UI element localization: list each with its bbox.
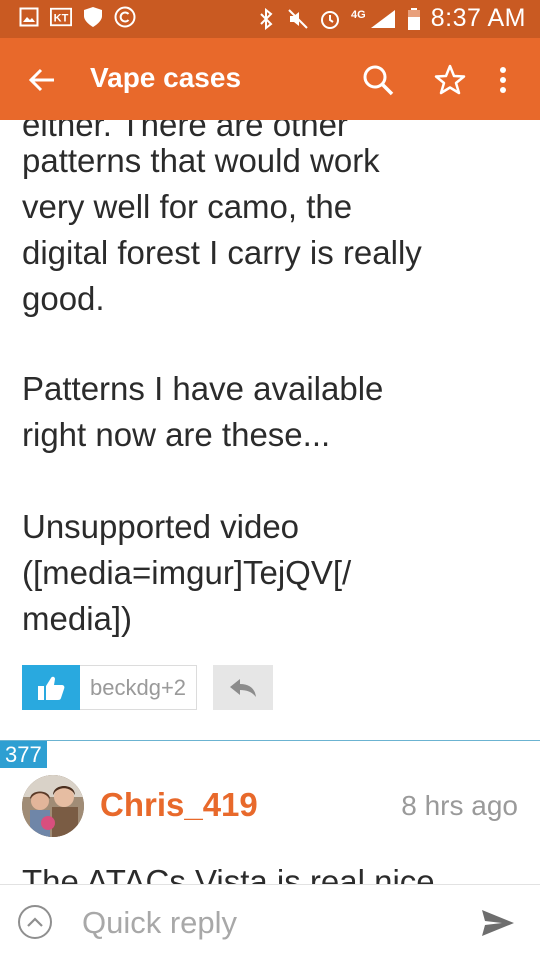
page-title: Vape cases xyxy=(90,62,242,93)
post-body: either. There are other patterns that wo… xyxy=(0,120,540,715)
send-icon xyxy=(482,910,514,936)
app-bar: Vape cases xyxy=(0,38,540,120)
gallery-icon xyxy=(18,6,40,28)
like-button[interactable] xyxy=(22,665,80,710)
status-bar: KT 4G 8:37 AM xyxy=(0,0,540,38)
search-button[interactable] xyxy=(358,60,398,100)
quick-reply-bar xyxy=(0,884,540,961)
shield-icon xyxy=(82,6,104,28)
more-vert-icon xyxy=(500,67,506,93)
post-line: Unsupported video xyxy=(22,508,300,545)
post-line: digital forest I carry is really xyxy=(22,234,422,271)
avatar[interactable] xyxy=(22,775,84,837)
star-icon xyxy=(434,64,466,95)
bluetooth-icon xyxy=(255,7,277,30)
kt-icon: KT xyxy=(50,6,72,28)
likers-list[interactable]: beckdg+2 xyxy=(80,665,198,710)
battery-icon xyxy=(407,7,421,30)
post-number-badge: 377 xyxy=(0,741,47,768)
post-line: Patterns I have available xyxy=(22,370,384,407)
expand-reply-button[interactable] xyxy=(18,905,52,939)
post-line: good. xyxy=(22,280,105,317)
mute-icon xyxy=(287,8,309,30)
search-icon xyxy=(363,65,394,96)
status-right-icons: 4G 8:37 AM xyxy=(255,4,526,33)
post-paragraph-1: patterns that would work very well for c… xyxy=(22,138,522,322)
chevron-up-icon xyxy=(27,917,43,927)
overflow-menu-button[interactable] xyxy=(488,60,518,100)
post-line: right now are these... xyxy=(22,416,331,453)
post-line: patterns that would work xyxy=(22,142,380,179)
post-username[interactable]: Chris_419 xyxy=(100,786,258,824)
post-paragraph-3: Unsupported video ([media=imgur]TejQV[/ … xyxy=(22,504,522,642)
back-button[interactable] xyxy=(22,60,62,100)
reply-icon xyxy=(230,678,257,697)
alarm-icon xyxy=(319,8,341,30)
status-left-icons: KT xyxy=(18,6,136,28)
status-time: 8:37 AM xyxy=(430,4,526,32)
svg-text:KT: KT xyxy=(54,13,69,25)
thumbs-up-icon xyxy=(38,676,65,700)
back-arrow-icon xyxy=(28,68,54,92)
post-paragraph-2: Patterns I have available right now are … xyxy=(22,366,522,458)
bookmark-button[interactable] xyxy=(430,60,470,100)
post-timestamp: 8 hrs ago xyxy=(401,790,518,821)
post-actions: beckdg+2 xyxy=(22,665,274,710)
post-line: media]) xyxy=(22,600,133,637)
send-button[interactable] xyxy=(478,905,518,941)
post-line: ([media=imgur]TejQV[/ xyxy=(22,554,352,591)
copyright-icon xyxy=(114,6,136,28)
quick-reply-input[interactable] xyxy=(82,903,462,943)
post-separator xyxy=(0,740,540,741)
reply-button[interactable] xyxy=(213,665,274,710)
network-type: 4G xyxy=(351,9,366,21)
post-line: very well for camo, the xyxy=(22,188,353,225)
signal-icon: 4G xyxy=(351,8,397,30)
